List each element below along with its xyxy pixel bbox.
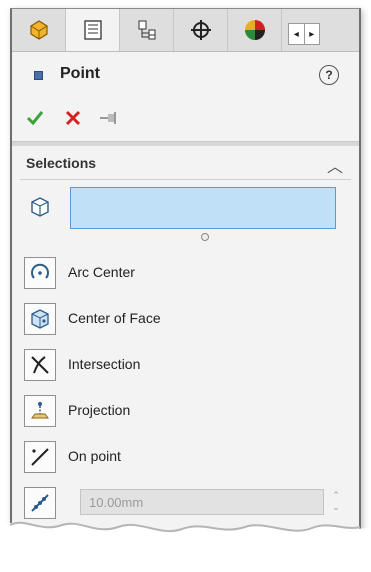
point-feature-icon: [34, 71, 43, 80]
configuration-manager-icon: [138, 20, 155, 40]
page-title: Point: [60, 65, 100, 82]
projection-icon: [31, 402, 49, 419]
on-point-button[interactable]: [24, 441, 56, 473]
close-icon: [65, 110, 81, 126]
reference-entities-icon: [31, 197, 49, 217]
property-manager-panel: ◂ ▸ Point ? Selections ︿ Arc Center Cent…: [10, 8, 361, 561]
help-icon[interactable]: ?: [319, 65, 339, 85]
property-manager-icon: [83, 20, 102, 40]
intersection-button[interactable]: [24, 349, 56, 381]
center-of-face-icon: [31, 309, 49, 329]
checkmark-icon: [26, 111, 44, 126]
dimxpert-manager-icon: [190, 20, 211, 40]
on-point-icon: [31, 448, 49, 466]
feature-header: Point ?: [12, 61, 359, 91]
feature-manager-icon: [29, 20, 48, 40]
tab-scroll-arrows: ◂ ▸: [288, 23, 320, 45]
arc-center-button[interactable]: [24, 257, 56, 289]
arc-center-icon: [31, 263, 49, 279]
section-divider: [20, 179, 351, 180]
resize-grip[interactable]: [201, 233, 209, 241]
selections-section-title: Selections: [26, 155, 97, 171]
torn-paper-edge: [0, 521, 371, 572]
cancel-button[interactable]: [60, 105, 86, 131]
tab-scroll-left-icon[interactable]: ◂: [289, 24, 304, 44]
tab-property-manager[interactable]: [66, 9, 120, 51]
option-on-point[interactable]: On point: [24, 441, 344, 475]
separator: [12, 141, 359, 146]
tab-scroll-right-icon[interactable]: ▸: [303, 24, 320, 44]
pushpin-icon: [100, 112, 116, 124]
option-intersection[interactable]: Intersection: [24, 349, 344, 383]
action-buttons: [12, 105, 359, 135]
tab-display-manager[interactable]: [228, 9, 282, 51]
keep-visible-button[interactable]: [96, 105, 122, 131]
center-of-face-button[interactable]: [24, 303, 56, 335]
center-of-face-label: Center of Face: [68, 310, 161, 326]
option-arc-center[interactable]: Arc Center: [24, 257, 344, 291]
collapse-chevron-icon[interactable]: ︿: [327, 153, 343, 177]
ok-button[interactable]: [22, 105, 48, 131]
distance-spinner-icon[interactable]: ⌃ ⌄: [330, 489, 342, 515]
intersection-label: Intersection: [68, 356, 141, 372]
on-point-label: On point: [68, 448, 121, 464]
option-projection[interactable]: Projection: [24, 395, 344, 429]
option-center-of-face[interactable]: Center of Face: [24, 303, 344, 337]
manager-tabs: ◂ ▸: [12, 9, 359, 52]
projection-label: Projection: [68, 402, 131, 418]
projection-button[interactable]: [24, 395, 56, 427]
display-manager-icon: [244, 20, 265, 40]
selection-box[interactable]: [70, 187, 336, 229]
along-curve-distance-icon: [31, 494, 49, 512]
tab-configuration-manager[interactable]: [120, 9, 174, 51]
arc-center-label: Arc Center: [68, 264, 135, 280]
tab-dimxpert-manager[interactable]: [174, 9, 228, 51]
intersection-icon: [31, 356, 49, 374]
tab-feature-manager[interactable]: [12, 9, 66, 51]
distance-input[interactable]: 10.00mm: [80, 489, 324, 515]
